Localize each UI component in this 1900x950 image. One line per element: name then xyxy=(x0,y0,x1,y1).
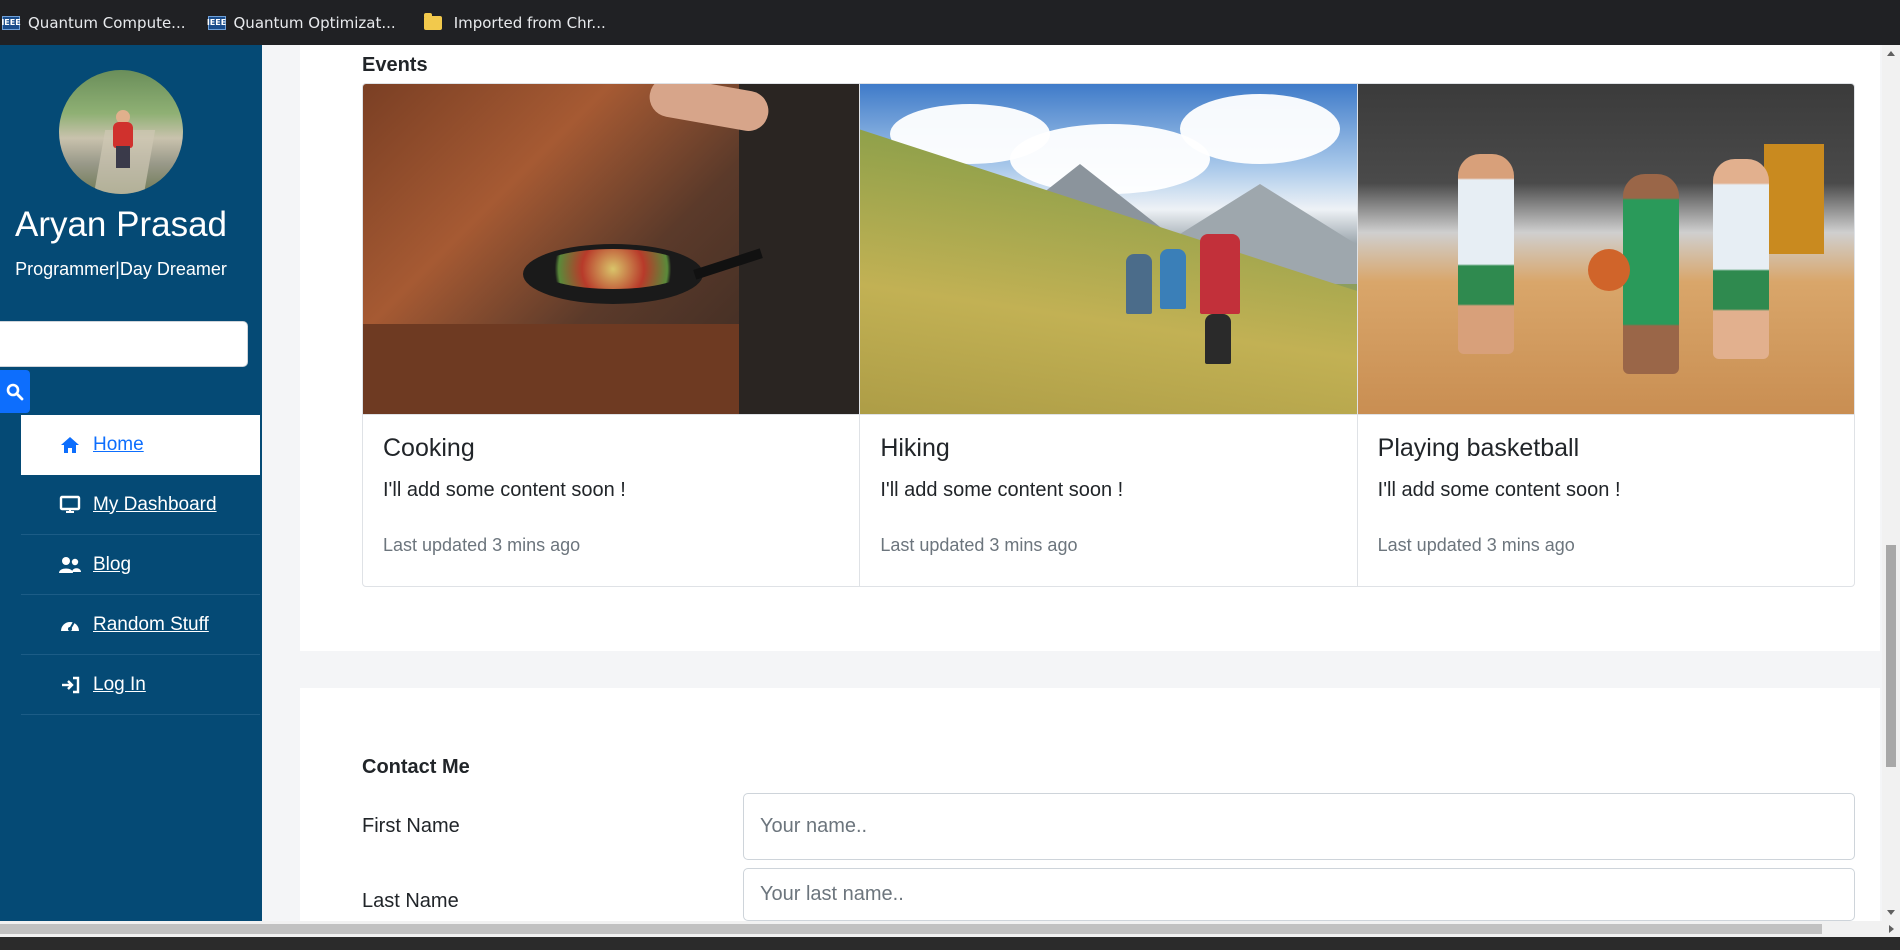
scrollbar-thumb[interactable] xyxy=(0,924,1822,934)
profile-name: Aryan Prasad xyxy=(14,205,228,244)
search-button[interactable] xyxy=(0,370,30,413)
monitor-icon xyxy=(57,495,83,515)
gauge-icon xyxy=(57,615,83,635)
search-icon xyxy=(6,383,24,400)
sidebar-nav: Home My Dashboard Blog Random Stuff Log xyxy=(21,415,260,715)
bookmark-quantum-compute[interactable]: IEEE Quantum Compute... xyxy=(1,13,186,32)
home-icon xyxy=(57,435,83,455)
first-name-label: First Name xyxy=(362,815,460,837)
sidebar-item-dashboard[interactable]: My Dashboard xyxy=(21,475,260,535)
contact-heading: Contact Me xyxy=(362,756,470,778)
sidebar-item-label: Random Stuff xyxy=(93,613,209,635)
taskbar xyxy=(0,937,1900,950)
last-name-field[interactable] xyxy=(743,868,1855,921)
bookmark-imported-folder[interactable]: Imported from Chr... xyxy=(418,12,606,32)
scroll-up-icon[interactable] xyxy=(1887,51,1895,56)
ieee-icon: IEEE xyxy=(1,15,21,30)
horizontal-scrollbar[interactable] xyxy=(0,921,1900,937)
avatar-legs xyxy=(116,146,130,168)
scrollbar-thumb[interactable] xyxy=(1886,545,1896,767)
first-name-field[interactable] xyxy=(743,793,1855,860)
search-input[interactable] xyxy=(0,321,248,367)
sidebar-item-random-stuff[interactable]: Random Stuff xyxy=(21,595,260,655)
card-text: I'll add some content soon ! xyxy=(383,479,626,501)
sidebar-item-label: My Dashboard xyxy=(93,493,217,515)
card-title: Hiking xyxy=(880,434,950,462)
bookmark-label: Quantum Optimizat... xyxy=(233,13,396,32)
folder-icon xyxy=(423,12,442,30)
sidebar-item-label: Log In xyxy=(93,673,146,695)
card-text: I'll add some content soon ! xyxy=(1377,479,1621,501)
event-card-hiking: Hiking I'll add some content soon ! Last… xyxy=(860,84,1358,586)
sidebar-item-home[interactable]: Home xyxy=(21,415,260,475)
profile-tagline: Programmer|Day Dreamer xyxy=(15,259,227,279)
avatar-shirt xyxy=(113,122,133,148)
bookmark-label: Quantum Compute... xyxy=(28,13,186,32)
card-title: Cooking xyxy=(383,434,475,462)
sign-in-icon xyxy=(57,675,83,695)
bookmarks-bar: IEEE Quantum Compute... IEEE Quantum Opt… xyxy=(0,0,1900,45)
users-icon xyxy=(57,555,83,575)
sidebar-item-blog[interactable]: Blog xyxy=(21,535,260,595)
last-name-label: Last Name xyxy=(362,890,459,912)
avatar xyxy=(59,70,183,194)
sidebar-item-label: Blog xyxy=(93,553,132,575)
card-updated: Last updated 3 mins ago xyxy=(880,535,1078,555)
bookmark-quantum-optimization[interactable]: IEEE Quantum Optimizat... xyxy=(207,13,396,32)
bookmark-label: Imported from Chr... xyxy=(453,13,606,32)
hiking-photo xyxy=(860,84,1357,415)
sidebar-item-label: Home xyxy=(93,433,144,455)
card-updated: Last updated 3 mins ago xyxy=(383,535,581,555)
vertical-scrollbar[interactable] xyxy=(1882,45,1900,921)
events-heading: Events xyxy=(362,54,428,76)
event-card-cooking: Cooking I'll add some content soon ! Las… xyxy=(363,84,861,586)
scroll-right-icon[interactable] xyxy=(1889,925,1894,933)
events-card-group: Cooking I'll add some content soon ! Las… xyxy=(362,83,1855,587)
card-text: I'll add some content soon ! xyxy=(880,479,1124,501)
event-card-basketball: Playing basketball I'll add some content… xyxy=(1357,84,1854,586)
scroll-down-icon[interactable] xyxy=(1887,910,1895,915)
ieee-icon: IEEE xyxy=(207,15,226,30)
cooking-photo xyxy=(363,84,860,415)
card-updated: Last updated 3 mins ago xyxy=(1377,535,1575,555)
sidebar-item-login[interactable]: Log In xyxy=(21,655,260,715)
sidebar: Aryan Prasad Programmer|Day Dreamer Home… xyxy=(0,45,262,921)
basketball-photo xyxy=(1357,84,1854,415)
card-title: Playing basketball xyxy=(1377,434,1580,462)
